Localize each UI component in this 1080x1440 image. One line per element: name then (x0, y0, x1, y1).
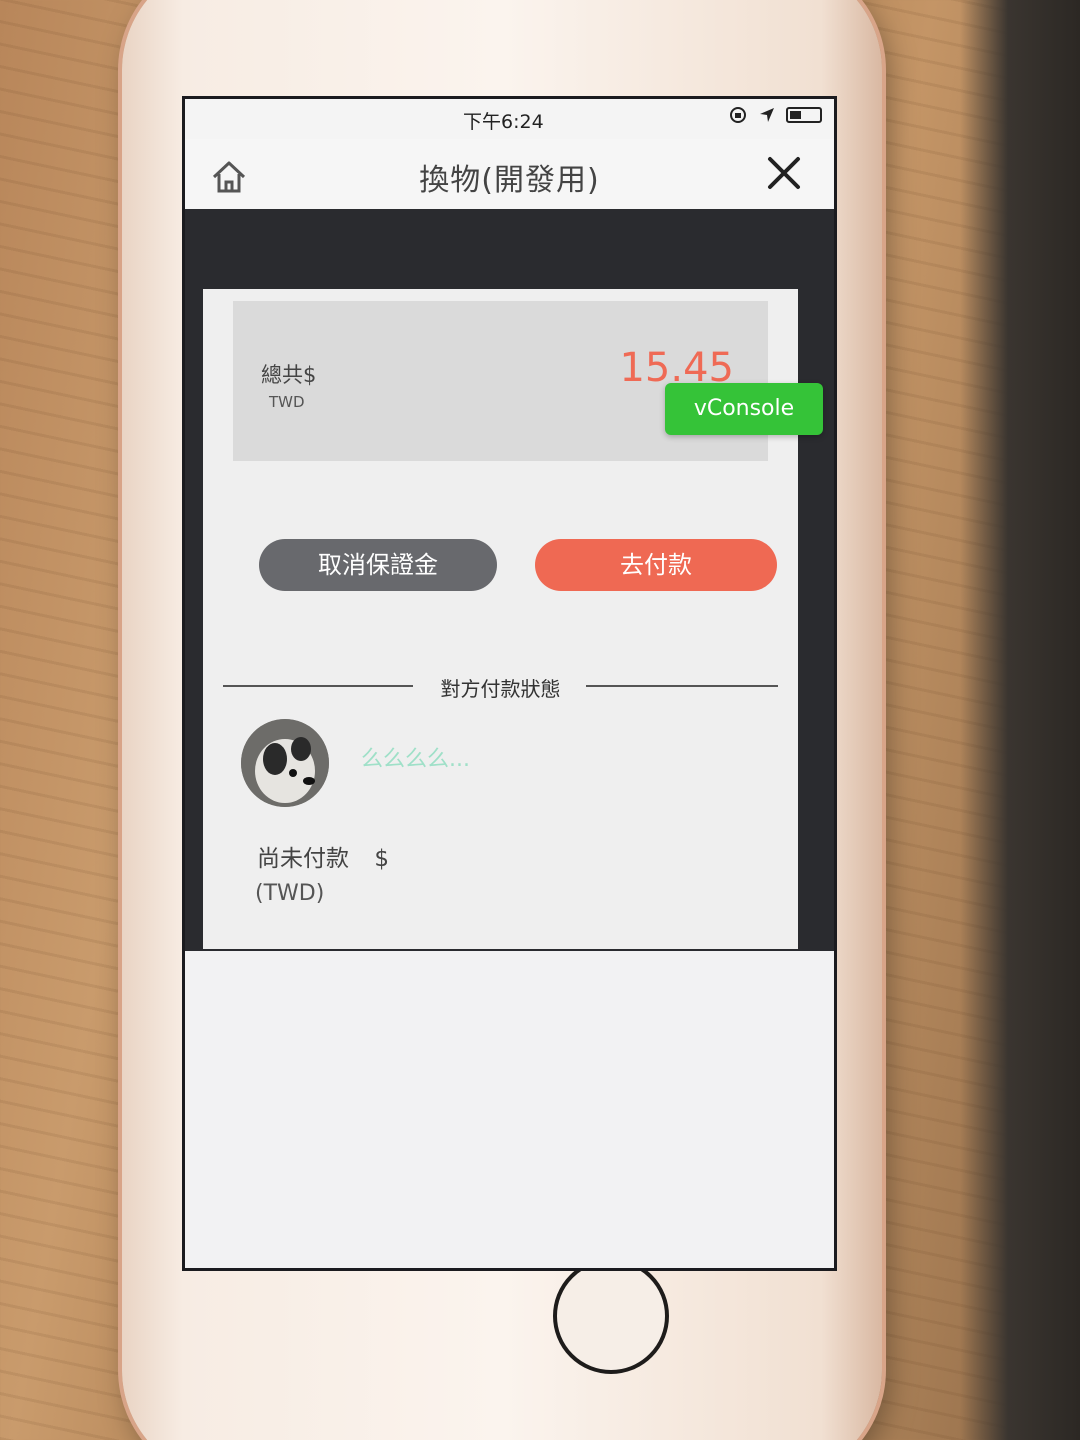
desk-edge (960, 0, 1080, 1440)
status-icons (728, 105, 822, 125)
pay-button[interactable]: 去付款 (535, 539, 777, 591)
payment-status-label: 尚未付款 (257, 846, 349, 872)
avatar[interactable] (241, 719, 329, 807)
payment-status: 尚未付款 $ (257, 839, 389, 873)
section-divider: 對方付款狀態 (223, 673, 778, 701)
blank-area (185, 951, 834, 1268)
divider-line-right (586, 685, 778, 687)
total-currency: TWD (269, 393, 305, 411)
partner-name: 么么么么... (361, 747, 470, 772)
rotation-lock-icon (730, 107, 746, 123)
nav-bar: 換物(開發用) (185, 139, 834, 210)
cancel-deposit-button[interactable]: 取消保證金 (259, 539, 497, 591)
total-label: 總共$ (261, 363, 317, 387)
close-icon[interactable] (762, 151, 806, 195)
payment-status-currency: (TWD) (255, 881, 325, 906)
partner-section-heading: 對方付款狀態 (440, 677, 561, 701)
vconsole-button[interactable]: vConsole (665, 383, 823, 435)
total-card: 總共$ TWD 15.45 (233, 301, 768, 461)
battery-icon (786, 107, 822, 123)
location-arrow-icon (760, 108, 774, 122)
home-button[interactable] (553, 1258, 669, 1374)
dog-avatar-icon (241, 719, 329, 807)
status-bar: 下午6:24 (185, 99, 834, 139)
phone-screen: 下午6:24 換物(開發用) 總共$ TWD 15.45 取消保證金 去付款 對… (182, 96, 837, 1271)
payment-status-symbol: $ (374, 846, 389, 872)
status-time: 下午6:24 (463, 111, 544, 133)
page-title: 換物(開發用) (419, 163, 600, 198)
